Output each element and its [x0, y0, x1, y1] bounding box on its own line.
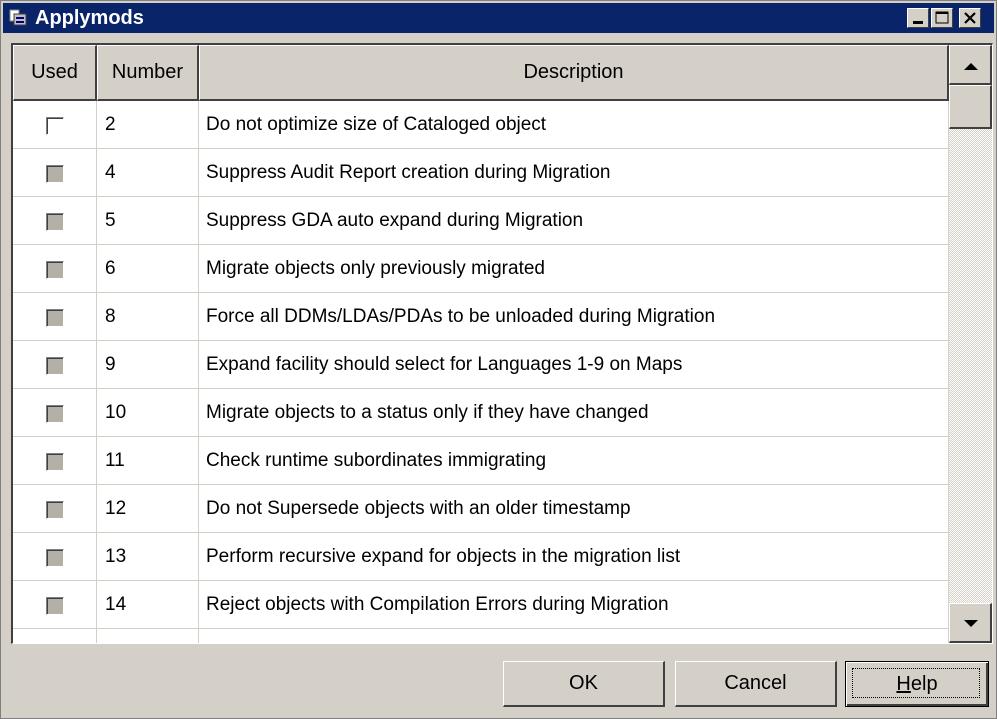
scroll-thumb[interactable] — [949, 85, 992, 129]
description-cell: Check runtime subordinates immigrating — [199, 437, 949, 485]
description-cell — [199, 629, 949, 643]
table-row[interactable]: 6 Migrate objects only previously migrate… — [13, 245, 949, 293]
help-button-label: Help — [896, 673, 937, 696]
table-row[interactable]: 10 Migrate objects to a status only if th… — [13, 389, 949, 437]
number-cell: 2 — [97, 101, 199, 149]
number-cell: 4 — [97, 149, 199, 197]
close-button[interactable] — [959, 8, 981, 28]
table-row[interactable]: 11 Check runtime subordinates immigrating — [13, 437, 949, 485]
used-checkbox[interactable] — [46, 213, 64, 231]
help-mnemonic: H — [896, 672, 911, 695]
applymods-dialog: Applymods Used Number Description 2 Do no… — [0, 0, 997, 719]
used-checkbox[interactable] — [46, 261, 64, 279]
used-checkbox[interactable] — [46, 165, 64, 183]
used-cell — [13, 197, 97, 245]
vertical-scrollbar[interactable] — [949, 45, 992, 643]
used-cell — [13, 533, 97, 581]
used-cell — [13, 629, 97, 643]
scroll-up-button[interactable] — [949, 45, 992, 85]
used-cell — [13, 485, 97, 533]
table-row[interactable]: 14 Reject objects with Compilation Errors… — [13, 581, 949, 629]
minimize-button[interactable] — [907, 8, 929, 28]
scroll-down-button[interactable] — [949, 603, 992, 643]
column-header-used[interactable]: Used — [13, 45, 97, 101]
used-checkbox[interactable] — [46, 501, 64, 519]
used-cell — [13, 581, 97, 629]
description-cell: Do not Supersede objects with an older t… — [199, 485, 949, 533]
description-cell: Perform recursive expand for objects in … — [199, 533, 949, 581]
description-cell: Do not optimize size of Cataloged object — [199, 101, 949, 149]
description-cell: Suppress GDA auto expand during Migratio… — [199, 197, 949, 245]
description-cell: Migrate objects to a status only if they… — [199, 389, 949, 437]
table-row-partial[interactable] — [13, 629, 949, 643]
used-checkbox[interactable] — [46, 405, 64, 423]
number-cell — [97, 629, 199, 643]
number-cell: 6 — [97, 245, 199, 293]
description-cell: Force all DDMs/LDAs/PDAs to be unloaded … — [199, 293, 949, 341]
window-title: Applymods — [35, 7, 144, 29]
used-cell — [13, 389, 97, 437]
number-cell: 13 — [97, 533, 199, 581]
table-row[interactable]: 5 Suppress GDA auto expand during Migrati… — [13, 197, 949, 245]
description-cell: Expand facility should select for Langua… — [199, 341, 949, 389]
used-cell — [13, 245, 97, 293]
table-row[interactable]: 2 Do not optimize size of Cataloged objec… — [13, 101, 949, 149]
help-button[interactable]: Help — [845, 661, 989, 707]
used-checkbox[interactable] — [46, 309, 64, 327]
applymods-window-icon — [9, 9, 27, 26]
applymods-grid: Used Number Description 2 Do not optimize… — [11, 43, 993, 644]
number-cell: 12 — [97, 485, 199, 533]
ok-button[interactable]: OK — [503, 661, 665, 707]
cancel-button[interactable]: Cancel — [675, 661, 837, 707]
description-cell: Suppress Audit Report creation during Mi… — [199, 149, 949, 197]
description-cell: Reject objects with Compilation Errors d… — [199, 581, 949, 629]
used-checkbox[interactable] — [46, 549, 64, 567]
number-cell: 5 — [97, 197, 199, 245]
used-checkbox[interactable] — [46, 117, 64, 135]
table-row[interactable]: 8 Force all DDMs/LDAs/PDAs to be unloaded… — [13, 293, 949, 341]
used-cell — [13, 149, 97, 197]
number-cell: 9 — [97, 341, 199, 389]
used-checkbox[interactable] — [46, 597, 64, 615]
description-cell: Migrate objects only previously migrated — [199, 245, 949, 293]
grid-rows: 2 Do not optimize size of Cataloged objec… — [13, 101, 949, 643]
used-checkbox[interactable] — [46, 357, 64, 375]
used-cell — [13, 341, 97, 389]
minimize-icon — [913, 21, 923, 24]
number-cell: 11 — [97, 437, 199, 485]
used-checkbox[interactable] — [46, 453, 64, 471]
column-header-description[interactable]: Description — [199, 45, 949, 101]
table-row[interactable]: 4 Suppress Audit Report creation during M… — [13, 149, 949, 197]
table-row[interactable]: 12 Do not Supersede objects with an older… — [13, 485, 949, 533]
table-row[interactable]: 9 Expand facility should select for Langu… — [13, 341, 949, 389]
number-cell: 10 — [97, 389, 199, 437]
number-cell: 14 — [97, 581, 199, 629]
maximize-button[interactable] — [931, 8, 953, 28]
close-icon — [964, 12, 976, 24]
used-cell — [13, 293, 97, 341]
scroll-up-arrow-icon — [964, 63, 978, 70]
title-bar[interactable]: Applymods — [3, 3, 994, 33]
help-label-rest: elp — [910, 672, 938, 695]
maximize-icon — [935, 11, 949, 24]
table-row[interactable]: 13 Perform recursive expand for objects i… — [13, 533, 949, 581]
scroll-down-arrow-icon — [964, 620, 978, 627]
number-cell: 8 — [97, 293, 199, 341]
used-cell — [13, 101, 97, 149]
column-header-number[interactable]: Number — [97, 45, 199, 101]
used-cell — [13, 437, 97, 485]
